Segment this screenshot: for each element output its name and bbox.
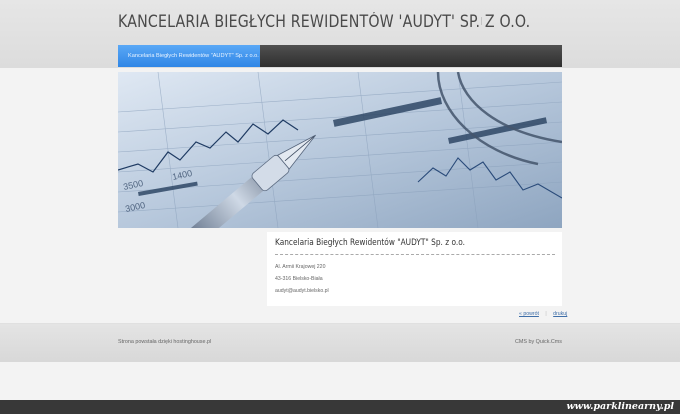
footer: Strona powstała dzięki hostinghouse.pl C… — [0, 323, 680, 362]
back-link[interactable]: « powrót — [519, 311, 539, 317]
print-link[interactable]: drukuj — [553, 311, 567, 317]
main-nav: Kancelaria Biegłych Rewidentów "AUDYT" S… — [118, 45, 562, 67]
link-separator: | — [545, 311, 547, 317]
nav-item-home[interactable]: Kancelaria Biegłych Rewidentów "AUDYT" S… — [118, 45, 260, 67]
postal-city-line: 43-316 Bielsko-Biała — [275, 276, 323, 282]
page-actions: « powrót | drukuj — [519, 311, 567, 317]
contact-panel: Kancelaria Biegłych Rewidentów "AUDYT" S… — [267, 232, 562, 306]
site-title: KANCELARIA BIEGŁYCH REWIDENTÓW 'AUDYT' S… — [118, 12, 531, 31]
title-divider-line — [275, 254, 555, 255]
page-title: Kancelaria Biegłych Rewidentów "AUDYT" S… — [275, 238, 465, 248]
parking-bar: www.parklinearny.pl — [0, 400, 680, 414]
footer-cms-credit: CMS by Quick.Cms — [514, 339, 562, 345]
email-line: audyt@audyt.bielsko.pl — [275, 288, 329, 294]
footer-credit: Strona powstała dzięki hostinghouse.pl — [118, 339, 212, 345]
title-divider — [481, 17, 482, 25]
banner-illustration: 3500 3000 1400 — [118, 72, 562, 228]
parking-watermark: www.parklinearny.pl — [566, 401, 675, 412]
header-banner-image: 3500 3000 1400 — [118, 72, 562, 228]
address-line: Al. Armii Krajowej 220 — [275, 264, 326, 270]
